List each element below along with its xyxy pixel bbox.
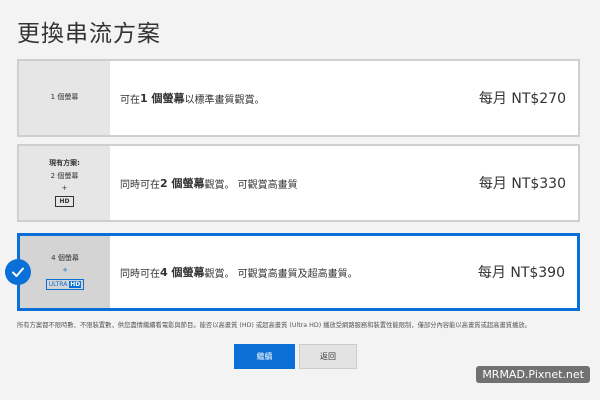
hd-badge: HD	[55, 195, 74, 207]
current-plan-label: 現有方案:	[49, 159, 80, 168]
plan-description: 同時可在 2 個螢幕 觀賞。 可觀賞高畫質	[110, 146, 479, 220]
back-button[interactable]: 返回	[299, 344, 357, 369]
plan-option-1-screen[interactable]: 1 個螢幕 可在 1 個螢幕 以標準畫質觀賞。 每月 NT$270	[17, 59, 580, 137]
plan-description-screens: 2 個螢幕	[160, 177, 205, 190]
ultra-hd-badge-hd: HD	[69, 280, 82, 288]
page-title: 更換串流方案	[17, 21, 161, 47]
plan-screens: 1 個螢幕	[50, 93, 79, 102]
plan-option-2-screens[interactable]: 現有方案: 2 個螢幕 + HD 同時可在 2 個螢幕 觀賞。 可觀賞高畫質 每月…	[17, 144, 580, 222]
plan-price: 每月 NT$390	[477, 265, 565, 281]
plan-description-text: 可在	[120, 94, 140, 106]
plan-description-quality: 觀賞。 可觀賞高畫質及超高畫質。	[204, 268, 358, 280]
watermark: MRMAD.Pixnet.net	[476, 366, 590, 383]
plan-summary: 現有方案: 2 個螢幕 + HD	[19, 146, 110, 220]
plan-description: 可在 1 個螢幕 以標準畫質觀賞。	[110, 61, 479, 135]
plan-description-quality: 以標準畫質觀賞。	[184, 94, 265, 106]
plus-icon: +	[62, 265, 68, 274]
plan-summary: 4 個螢幕 + ULTRA HD	[20, 236, 110, 308]
plan-description-text: 同時可在	[120, 268, 160, 280]
plan-option-4-screens[interactable]: 4 個螢幕 + ULTRA HD 同時可在 4 個螢幕 觀賞。 可觀賞高畫質及超高…	[17, 233, 580, 311]
plan-description-screens: 4 個螢幕	[160, 266, 205, 279]
plan-description-quality: 觀賞。 可觀賞高畫質	[204, 179, 298, 191]
plan-summary: 1 個螢幕	[19, 61, 110, 135]
plan-price: 每月 NT$270	[478, 91, 566, 107]
plan-screens: 4 個螢幕	[51, 254, 79, 263]
ultra-hd-badge: ULTRA HD	[45, 278, 85, 290]
ultra-hd-badge-text: ULTRA	[48, 280, 68, 288]
plan-description-screens: 1 個螢幕	[140, 92, 185, 105]
plan-description-text: 同時可在	[120, 179, 160, 191]
plan-price: 每月 NT$330	[478, 176, 566, 192]
plan-screens: 2 個螢幕	[50, 172, 79, 181]
plus-icon: +	[61, 183, 68, 192]
plan-description: 同時可在 4 個螢幕 觀賞。 可觀賞高畫質及超高畫質。	[110, 236, 478, 308]
plan-footnote: 所有方案都不限時數、不限裝置數，供您盡情繼續看電影與節目。能否以高畫質 (HD)…	[17, 322, 531, 329]
check-icon	[5, 259, 31, 285]
continue-button[interactable]: 繼續	[234, 344, 295, 369]
